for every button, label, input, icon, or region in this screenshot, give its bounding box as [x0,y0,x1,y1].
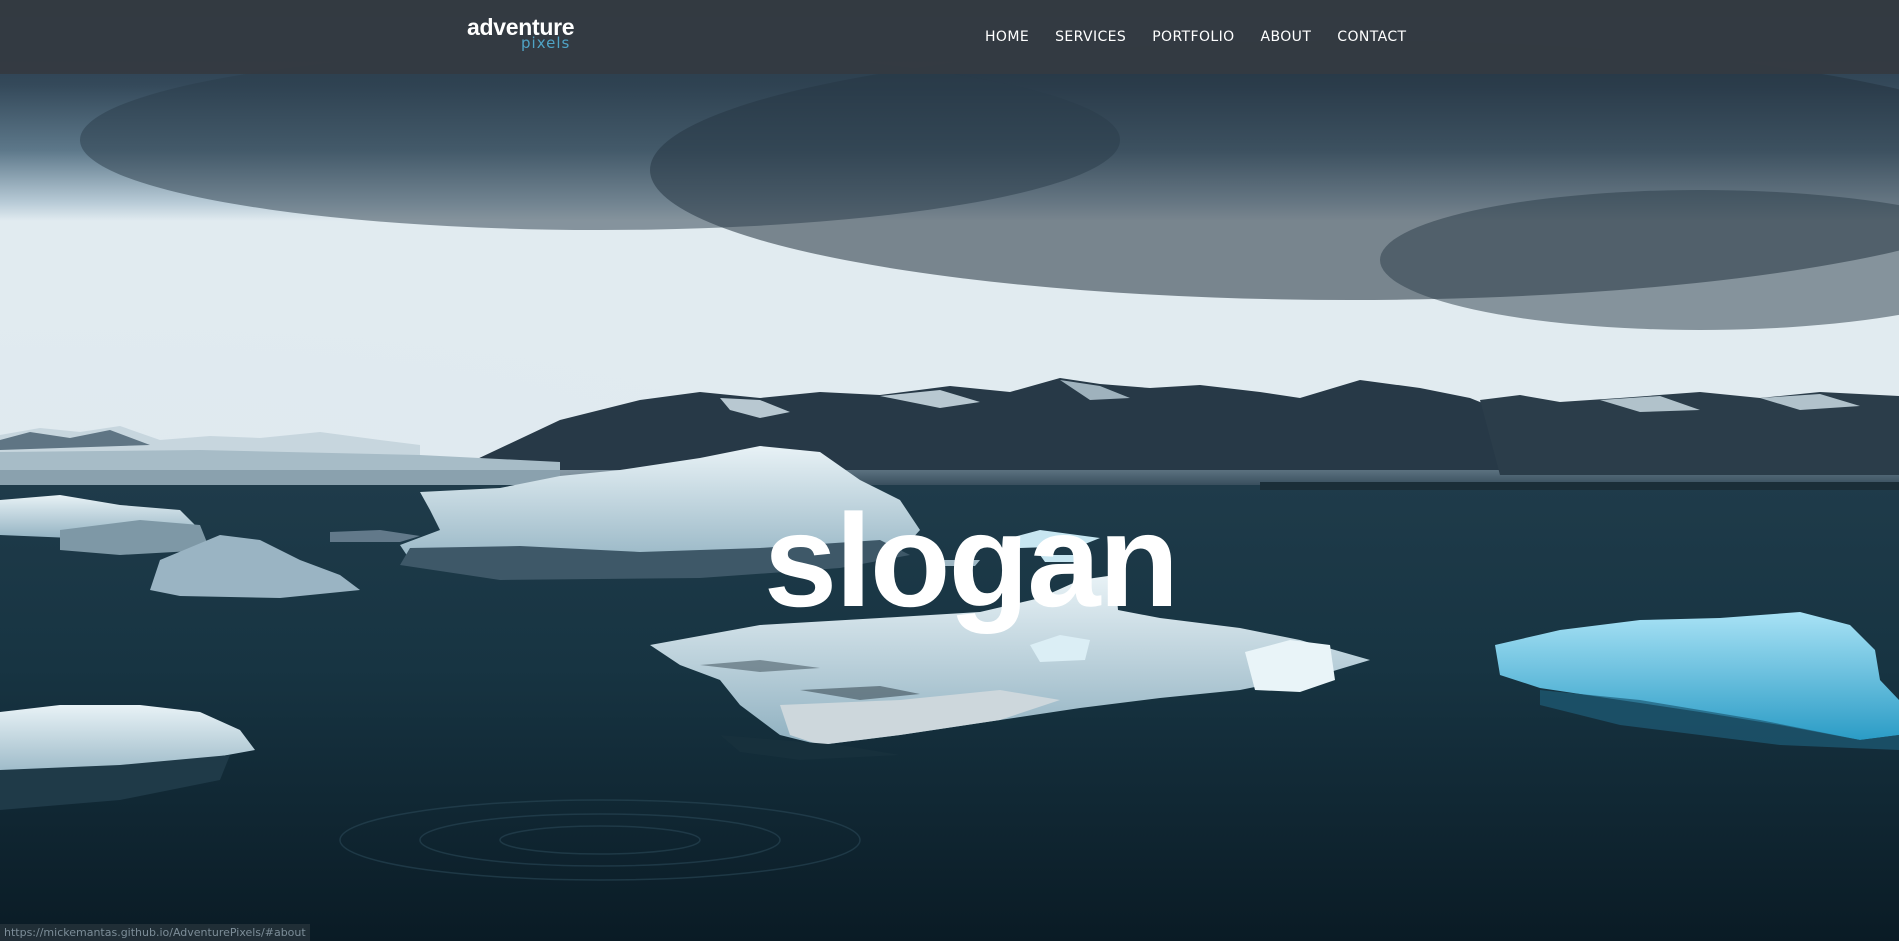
hero-slogan: slogan [763,487,1179,635]
nav-about-link[interactable]: ABOUT [1261,29,1312,45]
page: adventure pixels HOME SERVICES PORTFOLIO… [0,0,1899,941]
top-navbar: adventure pixels HOME SERVICES PORTFOLIO… [0,0,1899,74]
glacier-lagoon-illustration [0,0,1899,941]
hero-background-image [0,0,1899,941]
nav-home-link[interactable]: HOME [985,29,1029,45]
logo-subtext: pixels [521,34,571,52]
nav-contact-link[interactable]: CONTACT [1337,29,1406,45]
main-nav: HOME SERVICES PORTFOLIO ABOUT CONTACT [985,27,1407,47]
logo[interactable]: adventure pixels [467,14,579,54]
nav-portfolio-link[interactable]: PORTFOLIO [1152,29,1234,45]
status-bar-url: https://mickemantas.github.io/AdventureP… [0,924,310,941]
nav-services-link[interactable]: SERVICES [1055,29,1126,45]
